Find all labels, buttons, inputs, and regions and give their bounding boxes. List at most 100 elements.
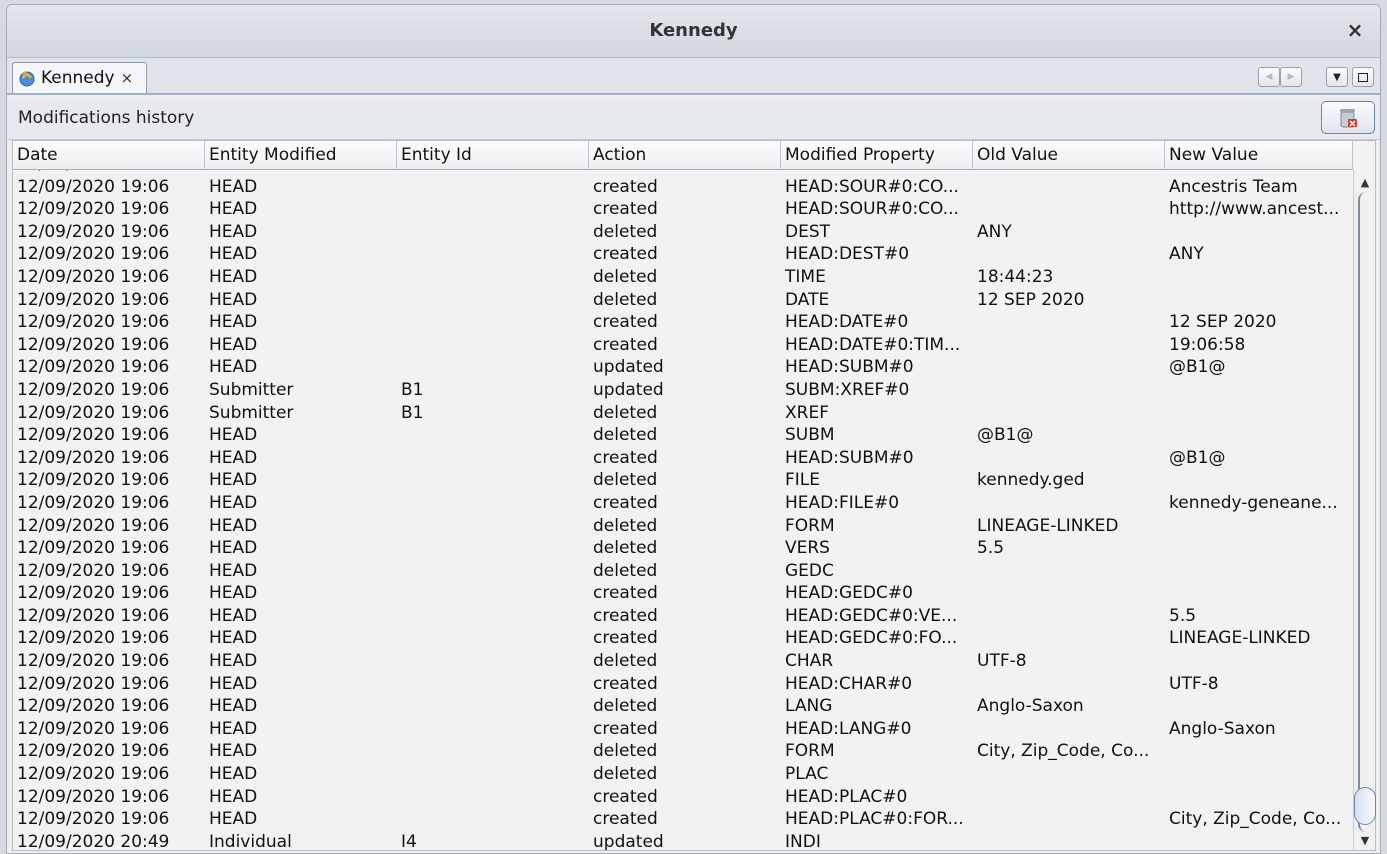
window-close-button[interactable]: × <box>1344 18 1366 42</box>
table-row[interactable]: 12/09/2020 19:06 HEAD deleted DEST ANY <box>13 221 1353 244</box>
table-row[interactable]: 12/09/2020 19:06 HEAD created HEAD:DEST#0 AN… <box>13 243 1353 266</box>
table-row[interactable]: 12/09/2020 19:06 HEAD created HEAD:GEDC#0 <box>13 582 1353 605</box>
table-row[interactable]: 12/09/2020 19:06 HEAD created HEAD:GEDC#0:V… <box>13 605 1353 628</box>
table-row[interactable]: 12/09/2020 19:06 HEAD created HEAD:CHAR#0 UT… <box>13 673 1353 696</box>
table-row[interactable]: 12/09/2020 19:06 HEAD created HEAD:DATE#0 12… <box>13 311 1353 334</box>
window-title: Kennedy <box>649 20 738 41</box>
maximize-icon <box>1358 72 1368 82</box>
cell-action: deleted <box>593 696 658 717</box>
column-header-modified-property[interactable]: Modified Property <box>781 141 973 170</box>
cell-action: deleted <box>593 425 658 446</box>
table-row[interactable]: 12/09/2020 19:06 HEAD created HEAD:FILE#0 ke… <box>13 492 1353 515</box>
scroll-tabs-right-button[interactable]: ▶ <box>1280 67 1302 87</box>
cell-entity-modified: HEAD <box>209 560 258 581</box>
table-row[interactable]: 12/09/2020 19:06 HEAD deleted SUBM @B1@ <box>13 424 1353 447</box>
table-row[interactable]: 12/09/2020 19:06 Submitter B1 deleted XREF <box>13 402 1353 425</box>
cell-entity-modified: HEAD <box>209 176 258 197</box>
cell-modified-property: DATE <box>785 289 830 310</box>
table-row[interactable]: 12/09/2020 19:06 HEAD deleted LANG Anglo-Sax… <box>13 695 1353 718</box>
table-row[interactable]: 12/09/2020 19:06 HEAD deleted GEDC <box>13 560 1353 583</box>
cell-entity-id <box>397 537 589 560</box>
cell-old-value: @B1@ <box>977 425 1034 446</box>
cell-new-value <box>1165 266 1353 289</box>
clear-history-button[interactable] <box>1321 101 1375 134</box>
table-body: 12/09/2020 19:06HEADcreatedHEAD:SOUR#0:N… <box>13 170 1353 850</box>
table-row[interactable]: 12/09/2020 19:06 HEAD deleted FORM City, Zip… <box>13 740 1353 763</box>
table-row[interactable]: 12/09/2020 19:06 HEAD created HEAD:DATE#0:T… <box>13 334 1353 357</box>
cell-new-value <box>1165 831 1353 850</box>
cell-date: 12/09/2020 19:06 <box>17 289 170 310</box>
scroll-tabs-left-button[interactable]: ◀ <box>1258 67 1280 87</box>
cell-new-value <box>1165 469 1353 492</box>
table-row[interactable]: 12/09/2020 19:06 HEAD created HEAD:SOUR#0:C… <box>13 198 1353 221</box>
table-row[interactable]: 12/09/2020 19:06 HEAD deleted DATE 12 SEP 20… <box>13 289 1353 312</box>
cell-new-value <box>1165 763 1353 786</box>
cell-entity-id <box>397 266 589 289</box>
table-row[interactable]: 12/09/2020 19:06 Submitter B1 updated SUBM:X… <box>13 379 1353 402</box>
cell-entity-modified: HEAD <box>209 741 258 762</box>
cell-modified-property: HEAD:GEDC#0 <box>785 583 913 604</box>
cell-entity-modified: HEAD <box>209 696 258 717</box>
cell-date: 12/09/2020 19:06 <box>17 425 170 446</box>
cell-entity-modified: HEAD <box>209 334 258 355</box>
scroll-down-icon[interactable]: ▼ <box>1354 832 1376 850</box>
cell-modified-property: CHAR <box>785 651 834 672</box>
table-row[interactable]: 12/09/2020 19:06 HEAD deleted FILE kennedy.g… <box>13 469 1353 492</box>
table-header: Date Entity Modified Entity Id Action Modifi… <box>13 141 1353 170</box>
cell-new-value: kennedy-geneane... <box>1169 492 1338 513</box>
table-row[interactable]: 12/09/2020 19:06 HEAD deleted TIME 18:44:23 <box>13 266 1353 289</box>
column-header-date[interactable]: Date <box>13 141 205 170</box>
table-row[interactable]: 12/09/2020 19:06 HEAD deleted VERS 5.5 <box>13 537 1353 560</box>
table-row[interactable]: 12/09/2020 19:06 HEAD created HEAD:PLAC#0 <box>13 786 1353 809</box>
cell-modified-property: HEAD:GEDC#0:VE... <box>785 605 958 626</box>
cell-date: 12/09/2020 19:06 <box>17 764 170 785</box>
cell-date: 12/09/2020 19:06 <box>17 379 170 400</box>
scroll-up-icon[interactable]: ▲ <box>1354 174 1376 192</box>
cell-action: updated <box>593 831 664 850</box>
table-row[interactable]: 12/09/2020 19:06 HEAD updated HEAD:SUBM#0 @B… <box>13 356 1353 379</box>
maximize-button[interactable] <box>1352 67 1374 87</box>
table-row[interactable]: 12/09/2020 19:06 HEAD deleted PLAC <box>13 763 1353 786</box>
genealogy-file-icon <box>19 71 35 87</box>
cell-action: created <box>593 673 658 694</box>
cell-date: 12/09/2020 19:06 <box>17 628 170 649</box>
table-row[interactable]: 12/09/2020 19:06 HEAD created HEAD:LANG#0 An… <box>13 718 1353 741</box>
column-header-new-value[interactable]: New Value <box>1165 141 1353 170</box>
tab-close-icon[interactable]: × <box>121 69 134 87</box>
table-row[interactable]: 12/09/2020 19:06 HEAD created HEAD:SOUR#0:C… <box>13 176 1353 199</box>
column-header-entity-id[interactable]: Entity Id <box>397 141 589 170</box>
cell-modified-property: FORM <box>785 515 835 536</box>
cell-old-value <box>973 605 1165 628</box>
cell-modified-property: DEST <box>785 221 831 242</box>
cell-date: 12/09/2020 19:06 <box>17 176 170 197</box>
table-row[interactable]: 12/09/2020 19:06 HEAD created HEAD:GEDC#0:F… <box>13 627 1353 650</box>
table-row[interactable]: 12/09/2020 19:06 HEAD created HEAD:SUBM#0 @B… <box>13 447 1353 470</box>
table-row[interactable]: 12/09/2020 19:06 HEAD created HEAD:PLAC#0:F… <box>13 808 1353 831</box>
table-row[interactable]: 12/09/2020 19:06 HEAD deleted FORM LINEAGE-L… <box>13 515 1353 538</box>
cell-old-value: 18:44:23 <box>977 266 1054 287</box>
tab-list-dropdown-button[interactable]: ▼ <box>1326 67 1348 87</box>
cell-date: 12/09/2020 19:06 <box>17 583 170 604</box>
cell-entity-id: I4 <box>401 831 417 850</box>
cell-old-value <box>973 786 1165 809</box>
table-row[interactable]: 12/09/2020 19:06 HEAD deleted CHAR UTF-8 <box>13 650 1353 673</box>
cell-action: deleted <box>593 289 658 310</box>
cell-entity-modified: HEAD <box>209 538 258 559</box>
cell-entity-id <box>397 515 589 538</box>
cell-old-value <box>973 334 1165 357</box>
cell-entity-modified: HEAD <box>209 492 258 513</box>
table-row[interactable]: 12/09/2020 20:49 Individual I4 updated INDI <box>13 831 1353 850</box>
cell-new-value <box>1165 221 1353 244</box>
column-header-old-value[interactable]: Old Value <box>973 141 1165 170</box>
cell-entity-id: B1 <box>401 379 424 400</box>
column-header-action[interactable]: Action <box>589 141 781 170</box>
tab-kennedy[interactable]: Kennedy × <box>12 62 147 93</box>
vertical-scrollbar[interactable]: ▲ ▼ <box>1353 170 1376 850</box>
scroll-track[interactable] <box>1358 192 1374 832</box>
cell-new-value: City, Zip_Code, Co... <box>1169 809 1342 830</box>
scroll-thumb[interactable] <box>1354 787 1376 825</box>
column-header-entity-modified[interactable]: Entity Modified <box>205 141 397 170</box>
cell-old-value: ANY <box>977 221 1012 242</box>
cell-modified-property: HEAD:CHAR#0 <box>785 673 913 694</box>
cell-new-value <box>1165 515 1353 538</box>
